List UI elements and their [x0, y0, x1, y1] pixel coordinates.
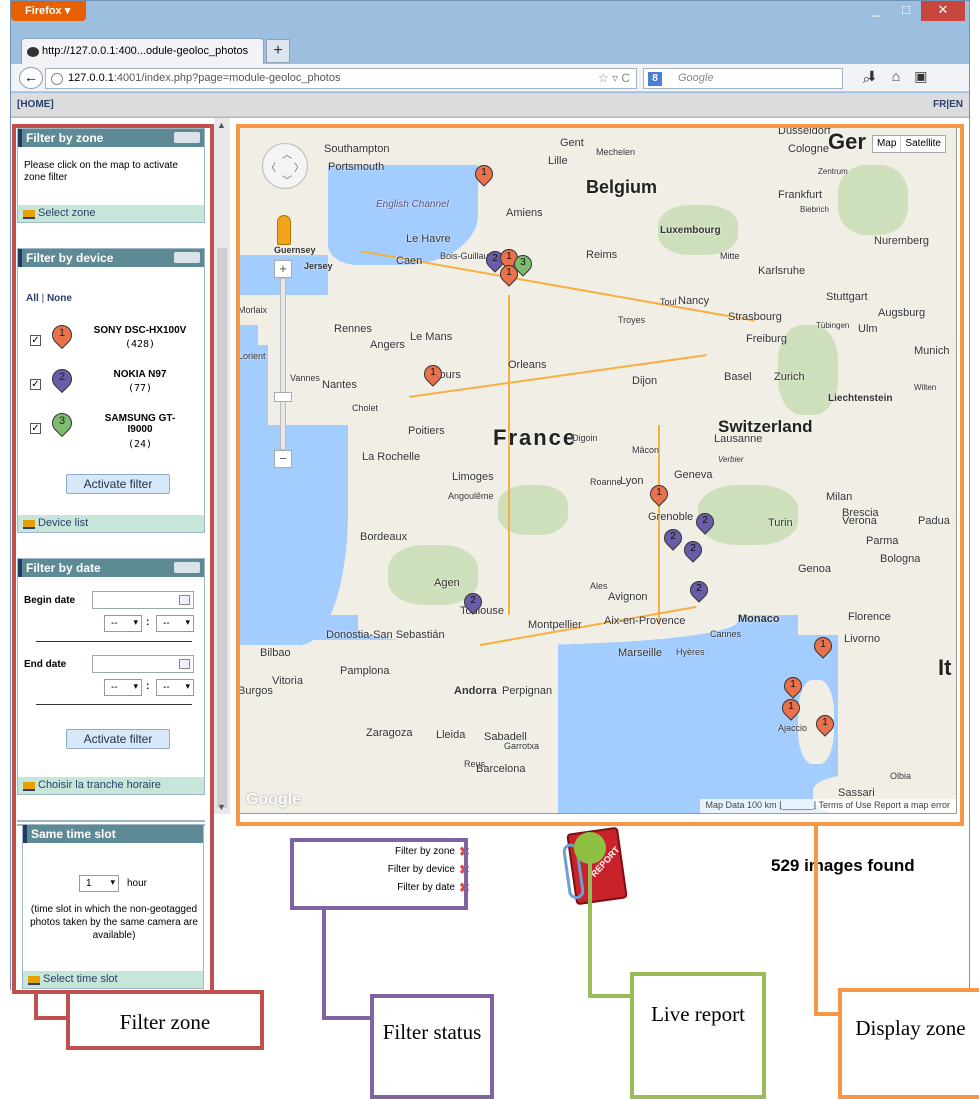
title-bar: Firefox ▾ _ □ ✕	[11, 1, 969, 31]
scroll-thumb[interactable]	[217, 248, 227, 808]
back-button[interactable]: ←	[19, 67, 43, 89]
maximize-button[interactable]: □	[891, 1, 921, 21]
globe-icon	[51, 73, 63, 85]
display-zone-callout: Display zone	[838, 988, 979, 1099]
results-count: 529 images found	[771, 856, 915, 875]
display-zone-frame	[236, 124, 964, 826]
minimize-button[interactable]: _	[861, 1, 891, 21]
live-report-callout: Live report	[630, 972, 766, 1099]
live-report-dot	[574, 832, 606, 864]
tab-favicon-icon	[27, 47, 39, 57]
home-icon[interactable]: ⌂	[892, 68, 900, 85]
toolbar-icons: ⬇ ⌂ ▣	[866, 68, 927, 85]
filter-zone-callout: Filter zone	[66, 990, 264, 1050]
scroll-down-icon[interactable]: ▼	[217, 802, 226, 812]
download-icon[interactable]: ⬇	[866, 68, 878, 85]
google-engine-icon[interactable]: 8	[648, 72, 662, 86]
new-tab-button[interactable]: +	[266, 39, 290, 63]
search-bar[interactable]: 8 Google ⌕	[643, 68, 870, 89]
scroll-up-icon[interactable]: ▲	[217, 120, 226, 130]
navigation-bar: ← 127.0.0.1:4001/index.php?page=module-g…	[11, 64, 969, 92]
menu-icon[interactable]: ▣	[914, 68, 927, 85]
back-arrow-icon: ←	[24, 69, 38, 85]
home-link[interactable]: [HOME]	[17, 99, 54, 110]
tab-title: http://127.0.0.1:400...odule-geoloc_phot…	[42, 45, 249, 57]
url-path: :4001/index.php?page=module-geoloc_photo…	[113, 72, 341, 84]
filter-zone-frame	[12, 124, 214, 994]
close-button[interactable]: ✕	[921, 1, 965, 21]
url-host: 127.0.0.1	[68, 72, 114, 84]
search-placeholder: Google	[678, 72, 714, 84]
filter-status-callout: Filter status	[370, 994, 494, 1099]
filter-status-frame	[290, 838, 468, 910]
site-header: [HOME] FR|EN	[11, 93, 969, 117]
firefox-menu-button[interactable]: Firefox ▾	[11, 1, 86, 21]
bookmark-star-icon[interactable]: ☆ ▿ C	[598, 71, 630, 85]
browser-tab[interactable]: http://127.0.0.1:400...odule-geoloc_phot…	[21, 38, 264, 64]
window-controls: _ □ ✕	[861, 1, 965, 21]
language-switch[interactable]: FR|EN	[933, 99, 963, 110]
filter-panel-scrollbar[interactable]: ▲ ▼	[214, 118, 230, 814]
address-bar[interactable]: 127.0.0.1:4001/index.php?page=module-geo…	[45, 68, 637, 89]
